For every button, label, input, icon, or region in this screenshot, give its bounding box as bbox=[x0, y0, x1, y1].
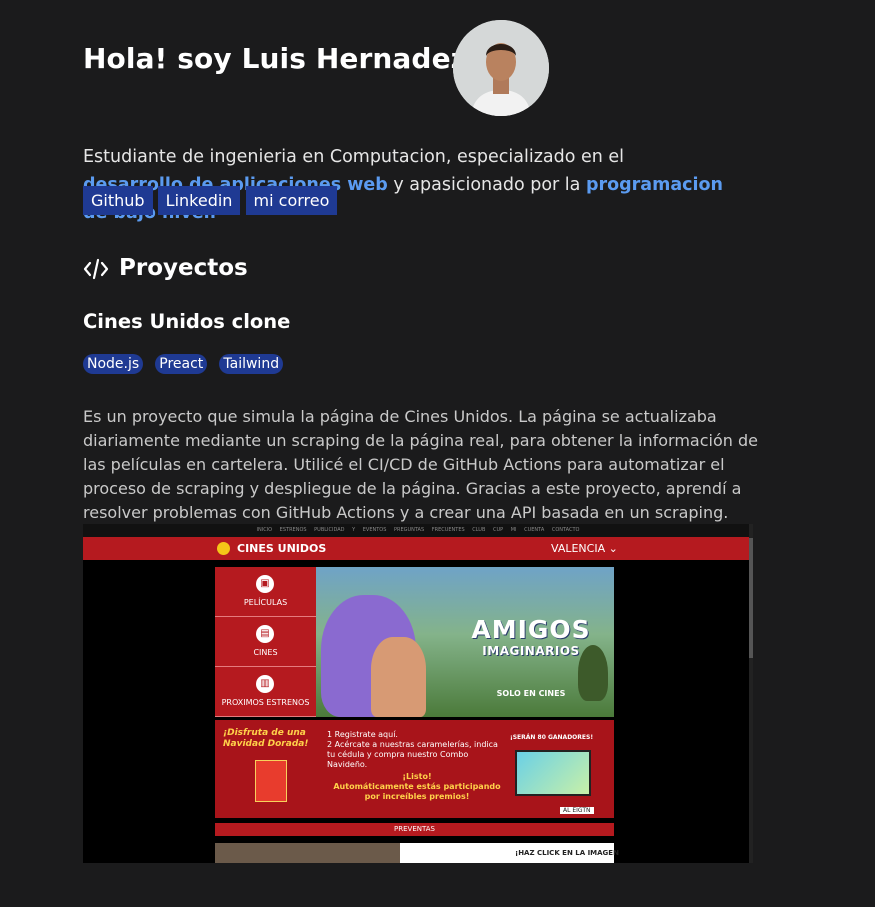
presale-strip: ¡HAZ CLICK EN LA IMAGEN bbox=[215, 843, 619, 863]
promo-step: 1 Registrate aquí. bbox=[327, 730, 398, 739]
scroll-thumb bbox=[749, 538, 753, 658]
cinema-icon: ▤ bbox=[256, 625, 274, 643]
avatar-photo bbox=[453, 20, 549, 116]
tag-tailwind: Tailwind bbox=[219, 354, 284, 374]
bio-part: y apasicionado por la bbox=[387, 174, 586, 195]
promo-banner: ¡Disfruta de una Navidad Dorada! 1 Regis… bbox=[215, 720, 614, 818]
projects-title: Proyectos bbox=[119, 255, 248, 281]
tag-preact: Preact bbox=[155, 354, 208, 374]
movie-banner: AMIGOS IMAGINARIOS SOLO EN CINES bbox=[316, 567, 614, 717]
clapper-icon: ▥ bbox=[256, 675, 274, 693]
linkedin-link[interactable]: Linkedin bbox=[157, 186, 241, 215]
side-item-label: PROXIMOS ESTRENOS bbox=[221, 698, 310, 707]
city-label: VALENCIA bbox=[551, 542, 606, 555]
social-links: Github Linkedin mi correo bbox=[83, 186, 338, 216]
side-item-peliculas: ▣ PELÍCULAS bbox=[215, 567, 316, 617]
project-screenshot[interactable]: INICIO ESTRENOS PUBLICIDAD Y EVENTOS PRE… bbox=[83, 524, 753, 863]
side-item-estrenos: ▥ PROXIMOS ESTRENOS bbox=[215, 667, 316, 717]
gift-icon bbox=[255, 760, 287, 802]
project-description: Es un proyecto que simula la página de C… bbox=[83, 407, 758, 522]
email-link[interactable]: mi correo bbox=[245, 186, 338, 215]
project-tags: Node.js Preact Tailwind bbox=[83, 353, 290, 374]
city-selector: VALENCIA ⌄ bbox=[551, 542, 618, 555]
side-item-cines: ▤ CINES bbox=[215, 617, 316, 667]
promo-ready: ¡Listo! bbox=[402, 772, 432, 781]
screenshot-side-menu: ▣ PELÍCULAS ▤ CINES ▥ PROXIMOS ESTRENOS bbox=[215, 567, 316, 717]
banner-girl bbox=[371, 637, 426, 717]
project-title: Cines Unidos clone bbox=[83, 310, 291, 333]
banner-tagline: SOLO EN CINES bbox=[496, 689, 566, 698]
tag-nodejs: Node.js bbox=[83, 354, 144, 374]
side-item-label: PELÍCULAS bbox=[243, 598, 288, 607]
screenshot-header-bar: CINES UNIDOS VALENCIA ⌄ bbox=[83, 537, 749, 560]
page-title: Hola! soy Luis Hernadez bbox=[83, 42, 468, 75]
avatar bbox=[453, 20, 549, 116]
presale-image bbox=[215, 843, 400, 863]
promo-winners: ¡SERÁN 80 GANADORES! bbox=[510, 734, 594, 741]
promo-steps: 1 Registrate aquí. 2 Acércate a nuestras… bbox=[327, 730, 507, 802]
promo-step: 2 Acércate a nuestras caramelerías, indi… bbox=[327, 740, 498, 769]
screenshot-scrollbar bbox=[749, 524, 753, 863]
presale-cta: ¡HAZ CLICK EN LA IMAGEN bbox=[515, 849, 619, 857]
promo-sponsor: AL EIGTN bbox=[560, 807, 594, 814]
github-link[interactable]: Github bbox=[83, 186, 153, 215]
banner-title: AMIGOS bbox=[471, 615, 591, 644]
promo-ready-detail: Automáticamente estás participando por i… bbox=[333, 782, 501, 801]
tv-prize-icon bbox=[515, 750, 591, 796]
banner-subtitle: IMAGINARIOS bbox=[482, 644, 580, 658]
bio-part: Estudiante de ingenieria en Computacion,… bbox=[83, 146, 625, 167]
brand-name: CINES UNIDOS bbox=[237, 542, 327, 555]
cines-logo-icon bbox=[217, 542, 230, 555]
chevron-down-icon: ⌄ bbox=[608, 542, 618, 555]
film-icon: ▣ bbox=[256, 575, 274, 593]
promo-headline: ¡Disfruta de una Navidad Dorada! bbox=[223, 728, 309, 749]
code-icon bbox=[83, 258, 109, 280]
presale-bar: PREVENTAS bbox=[215, 823, 614, 836]
screenshot-top-nav: INICIO ESTRENOS PUBLICIDAD Y EVENTOS PRE… bbox=[83, 524, 753, 537]
hero-header: Hola! soy Luis Hernadez bbox=[83, 20, 755, 118]
side-item-label: CINES bbox=[253, 648, 278, 657]
